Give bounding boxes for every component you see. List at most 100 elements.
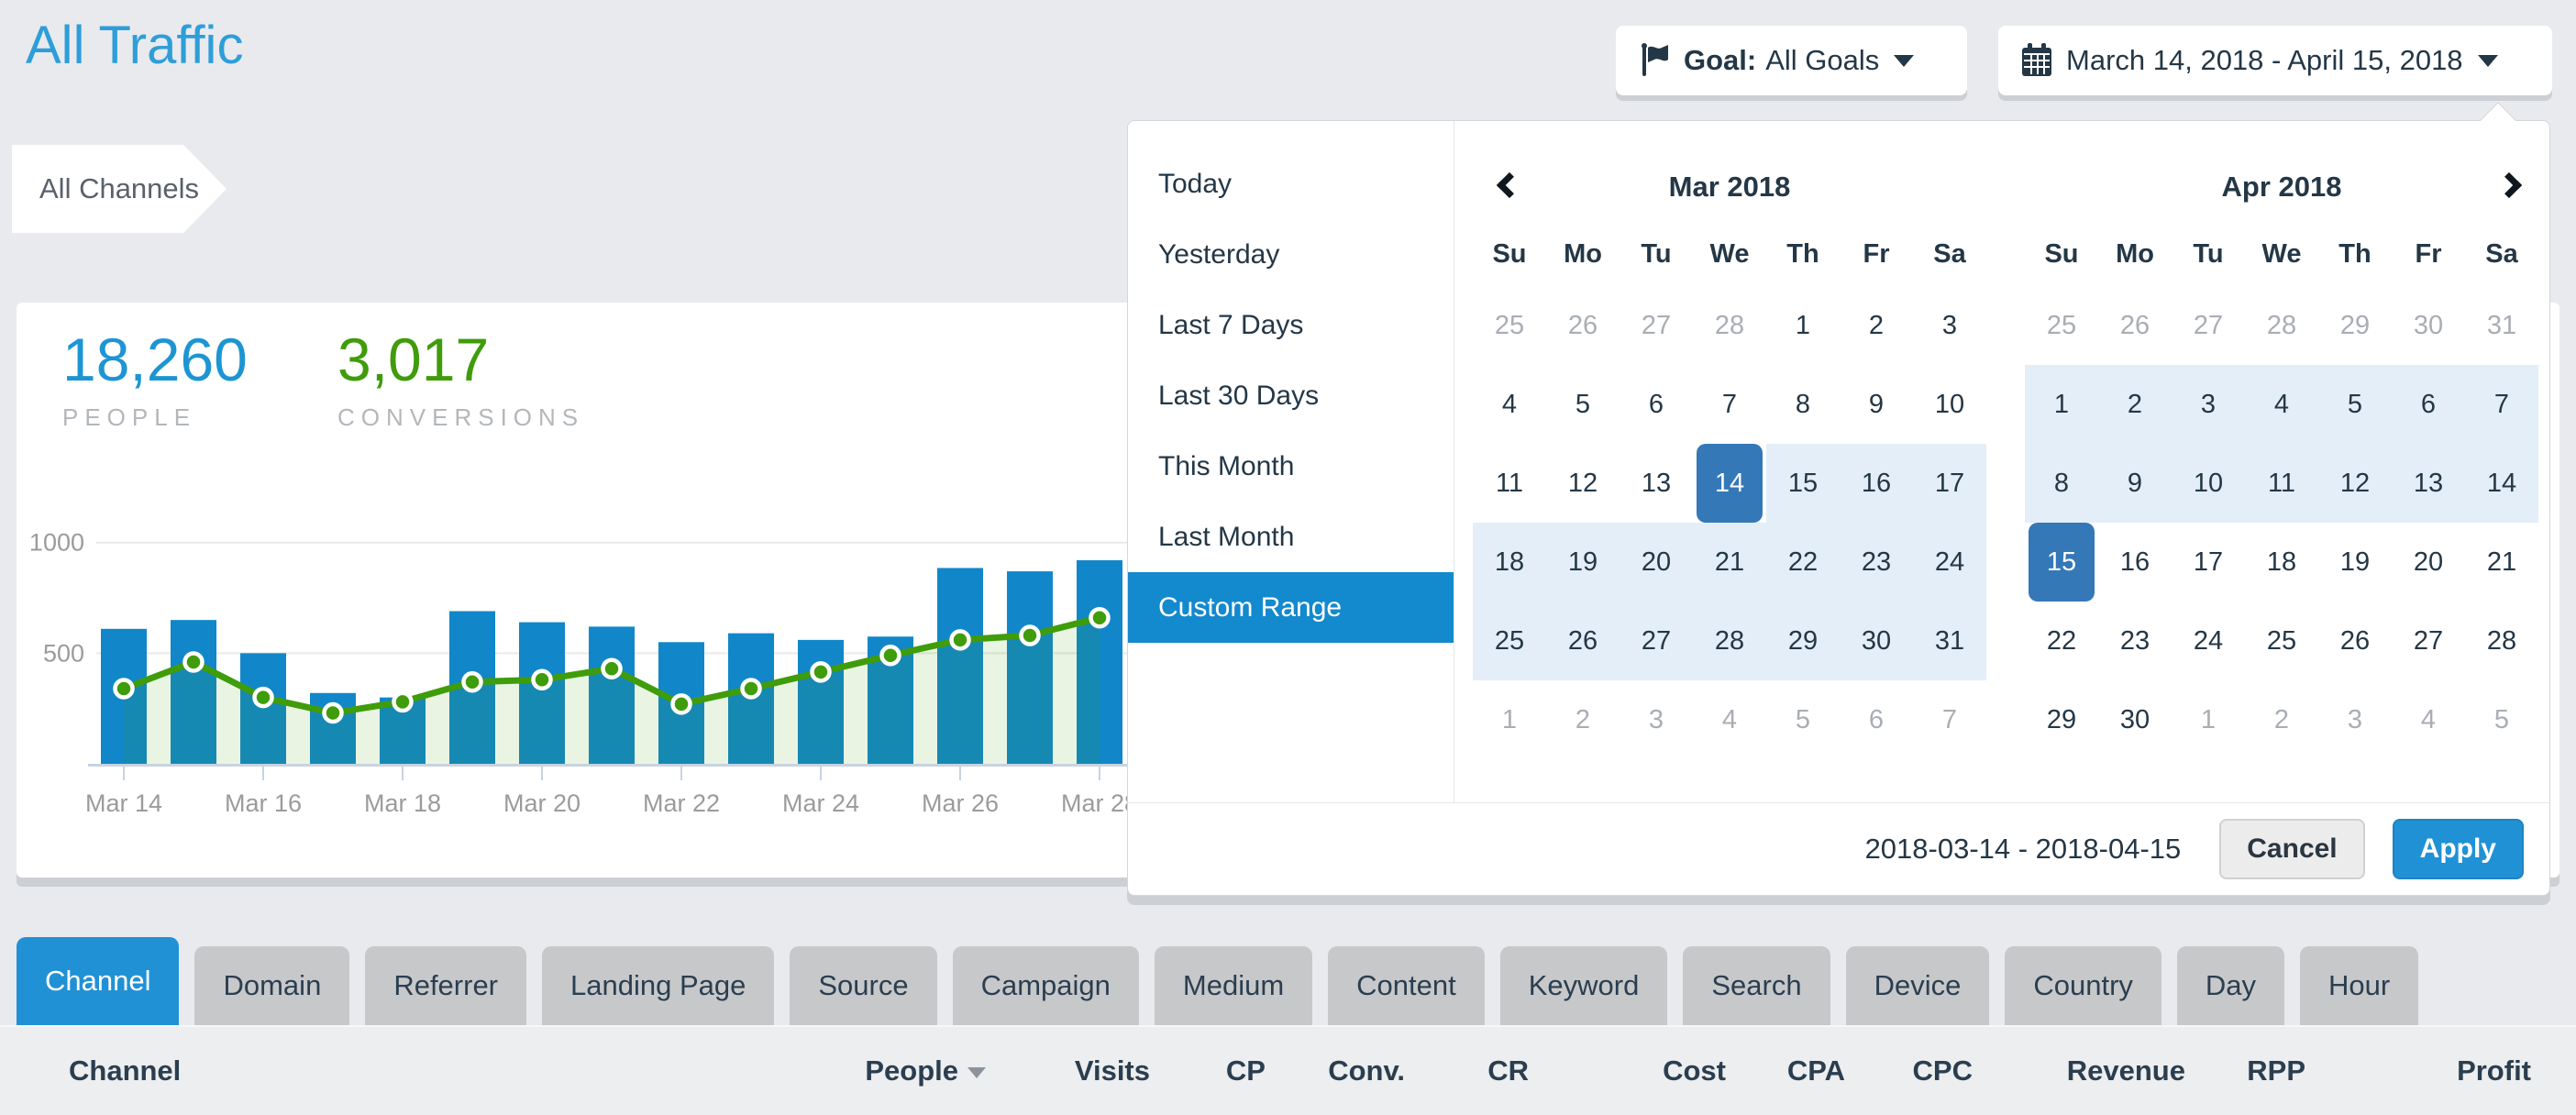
calendar-day[interactable]: 6 [2392,365,2465,444]
calendar-day[interactable]: 3 [1620,680,1693,759]
calendar-day[interactable]: 6 [1840,680,1913,759]
calendar-day[interactable]: 26 [2098,286,2172,365]
calendar-day[interactable]: 22 [1766,523,1840,602]
calendar-day[interactable]: 22 [2025,602,2098,680]
calendar-day[interactable]: 1 [1766,286,1840,365]
calendar-day[interactable]: 24 [2172,602,2245,680]
report-tab[interactable]: Day [2177,946,2284,1025]
date-range-button[interactable]: March 14, 2018 - April 15, 2018 [1998,26,2552,95]
report-tab[interactable]: Source [790,946,936,1025]
table-column-header[interactable]: Cost [1529,1054,1726,1087]
calendar-day[interactable]: 25 [1473,602,1546,680]
calendar-day[interactable]: 25 [1473,286,1546,365]
table-column-header[interactable]: CR [1405,1054,1529,1087]
calendar-day[interactable]: 18 [1473,523,1546,602]
calendar-day[interactable]: 27 [2392,602,2465,680]
calendar-day[interactable]: 21 [2465,523,2538,602]
calendar-day[interactable]: 7 [1913,680,1986,759]
calendar-day[interactable]: 24 [1913,523,1986,602]
calendar-day[interactable]: 2 [1546,680,1620,759]
table-column-header[interactable]: Revenue [1973,1054,2185,1087]
report-tab[interactable]: Search [1683,946,1830,1025]
calendar-day[interactable]: 27 [2172,286,2245,365]
calendar-day[interactable]: 20 [2392,523,2465,602]
calendar-day[interactable]: 12 [1546,444,1620,523]
prev-month-icon[interactable] [1497,172,1522,198]
preset-item[interactable]: This Month [1128,431,1454,502]
calendar-day[interactable]: 23 [1840,523,1913,602]
calendar-day[interactable]: 1 [2025,365,2098,444]
goal-selector-button[interactable]: Goal: All Goals [1616,26,1967,95]
calendar-day[interactable]: 15 [1766,444,1840,523]
calendar-day[interactable]: 3 [2318,680,2392,759]
preset-item[interactable]: Last Month [1128,502,1454,572]
calendar-day[interactable]: 4 [1473,365,1546,444]
calendar-day[interactable]: 30 [1840,602,1913,680]
report-tab[interactable]: Country [2005,946,2161,1025]
calendar-day[interactable]: 5 [2318,365,2392,444]
calendar-day[interactable]: 20 [1620,523,1693,602]
apply-button[interactable]: Apply [2393,819,2524,879]
calendar-day[interactable]: 15 [2025,523,2098,602]
preset-item[interactable]: Last 30 Days [1128,360,1454,431]
calendar-day[interactable]: 31 [2465,286,2538,365]
report-tab[interactable]: Landing Page [542,946,774,1025]
calendar-day[interactable]: 3 [2172,365,2245,444]
report-tab[interactable]: Channel [17,937,179,1025]
report-tab[interactable]: Keyword [1500,946,1668,1025]
calendar-day[interactable]: 18 [2245,523,2318,602]
calendar-day[interactable]: 30 [2098,680,2172,759]
calendar-day[interactable]: 28 [1693,602,1766,680]
calendar-day[interactable]: 17 [1913,444,1986,523]
calendar-day[interactable]: 5 [2465,680,2538,759]
calendar-day[interactable]: 19 [1546,523,1620,602]
calendar-day[interactable]: 2 [2098,365,2172,444]
next-month-icon[interactable] [2496,172,2522,198]
breadcrumb[interactable]: All Channels [12,145,227,233]
calendar-day[interactable]: 19 [2318,523,2392,602]
preset-item[interactable]: Custom Range [1128,572,1454,643]
preset-item[interactable]: Last 7 Days [1128,290,1454,360]
table-column-header[interactable]: People [848,1054,986,1087]
calendar-day[interactable]: 5 [1766,680,1840,759]
calendar-day[interactable]: 23 [2098,602,2172,680]
calendar-day[interactable]: 4 [2392,680,2465,759]
report-tab[interactable]: Domain [194,946,349,1025]
calendar-day[interactable]: 26 [1546,602,1620,680]
table-column-header[interactable]: Profit [2305,1054,2531,1087]
calendar-day[interactable]: 29 [2318,286,2392,365]
calendar-day[interactable]: 16 [2098,523,2172,602]
calendar-day[interactable]: 17 [2172,523,2245,602]
calendar-day[interactable]: 25 [2245,602,2318,680]
calendar-day[interactable]: 4 [1693,680,1766,759]
table-column-header[interactable]: CPA [1726,1054,1845,1087]
calendar-day[interactable]: 1 [2172,680,2245,759]
report-tab[interactable]: Medium [1155,946,1312,1025]
calendar-day[interactable]: 9 [1840,365,1913,444]
calendar-day[interactable]: 28 [1693,286,1766,365]
calendar-day[interactable]: 7 [2465,365,2538,444]
calendar-day[interactable]: 10 [1913,365,1986,444]
calendar-day[interactable]: 12 [2318,444,2392,523]
report-tab[interactable]: Campaign [953,946,1139,1025]
report-tab[interactable]: Device [1846,946,1990,1025]
calendar-day[interactable]: 5 [1546,365,1620,444]
calendar-day[interactable]: 3 [1913,286,1986,365]
report-tab[interactable]: Hour [2300,946,2418,1025]
calendar-day[interactable]: 27 [1620,602,1693,680]
calendar-day[interactable]: 29 [1766,602,1840,680]
preset-item[interactable]: Yesterday [1128,219,1454,290]
calendar-day[interactable]: 30 [2392,286,2465,365]
calendar-day[interactable]: 26 [2318,602,2392,680]
calendar-day[interactable]: 13 [2392,444,2465,523]
calendar-day[interactable]: 1 [1473,680,1546,759]
calendar-day[interactable]: 31 [1913,602,1986,680]
calendar-day[interactable]: 16 [1840,444,1913,523]
calendar-day[interactable]: 29 [2025,680,2098,759]
calendar-day[interactable]: 4 [2245,365,2318,444]
calendar-day[interactable]: 28 [2465,602,2538,680]
table-column-header[interactable]: Channel [69,1054,848,1087]
calendar-day[interactable]: 28 [2245,286,2318,365]
calendar-day[interactable]: 13 [1620,444,1693,523]
calendar-day[interactable]: 8 [1766,365,1840,444]
